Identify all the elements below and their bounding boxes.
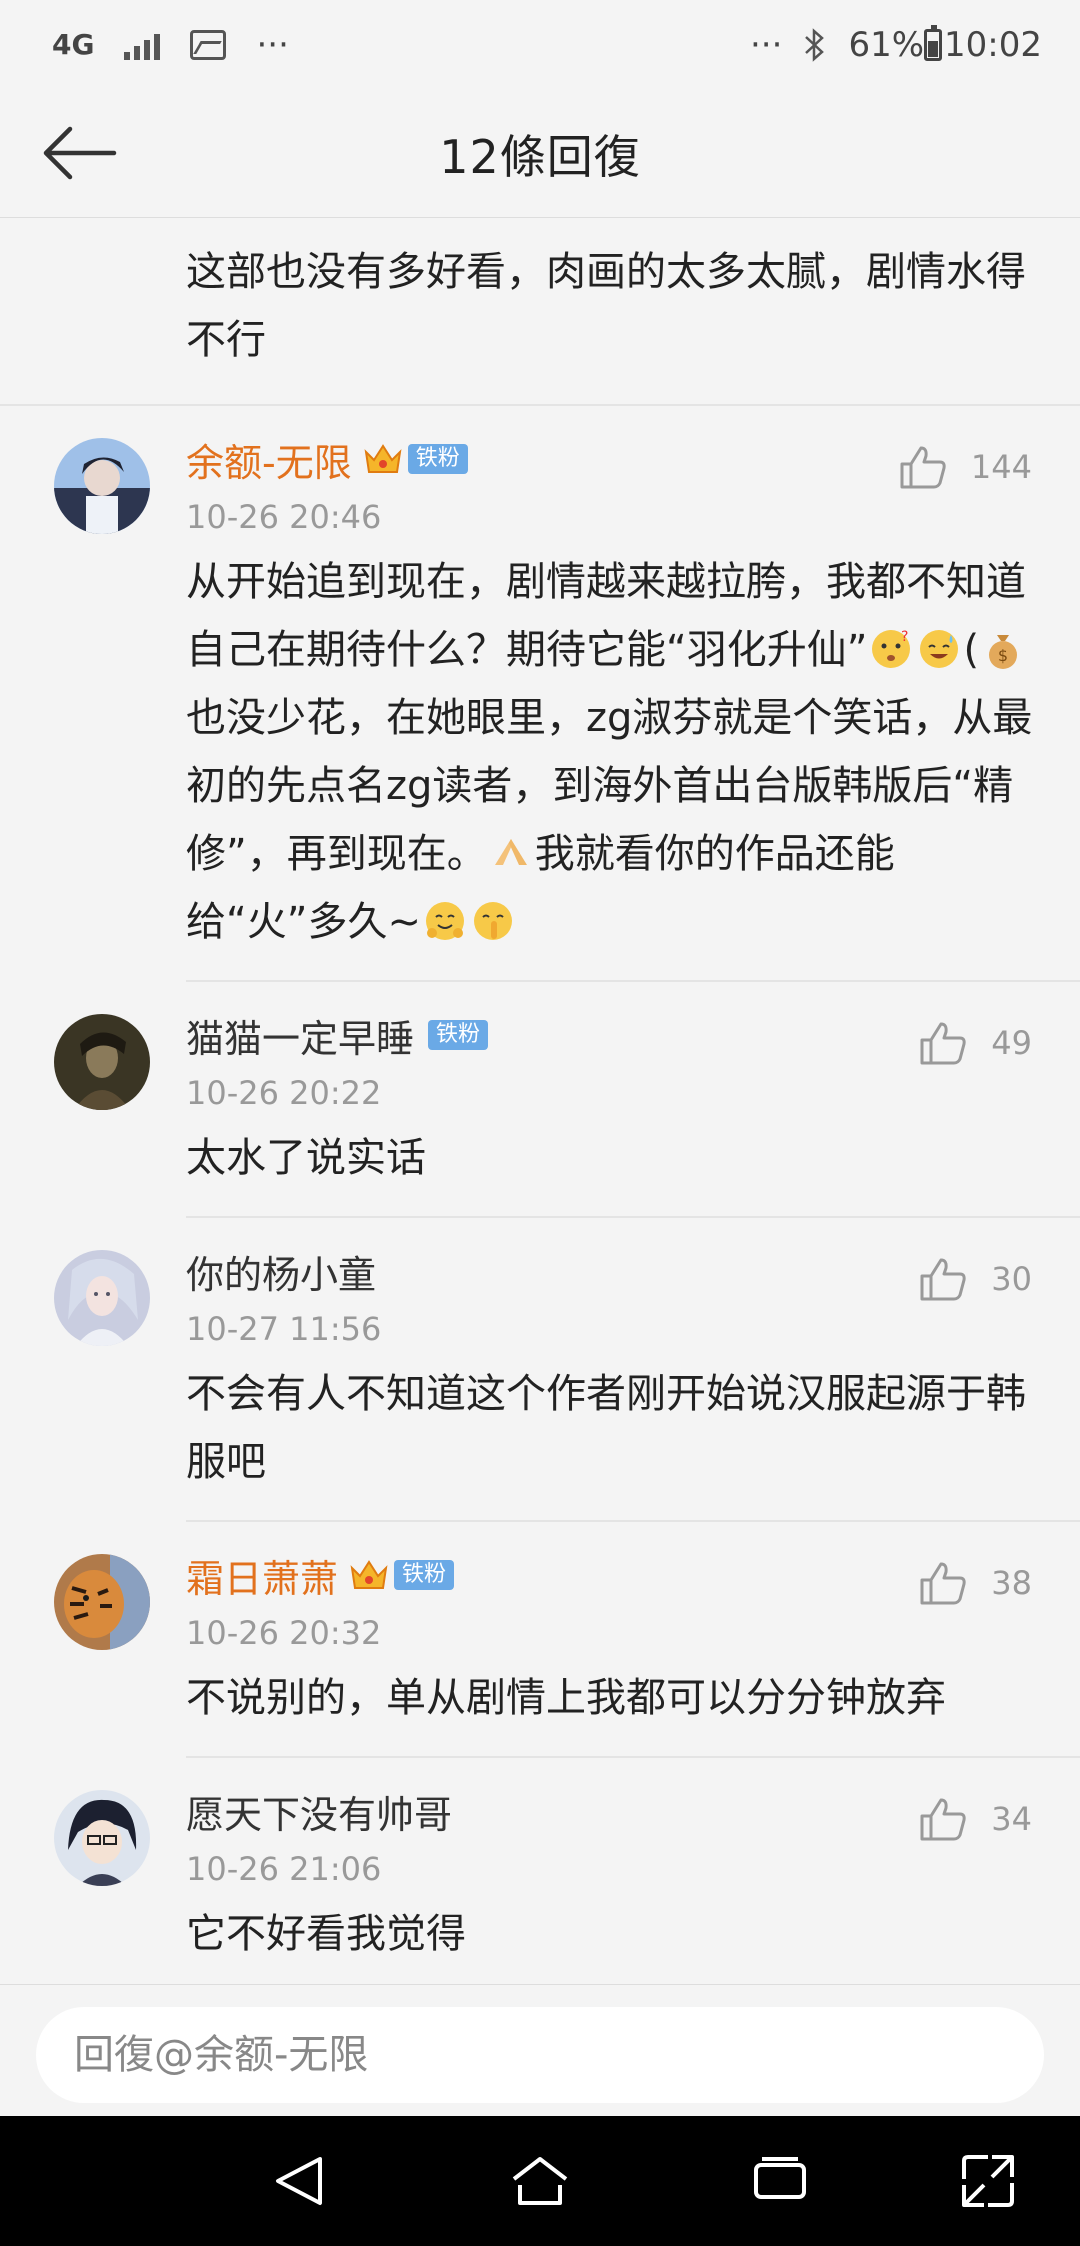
username[interactable]: 霜日萧萧: [186, 1548, 338, 1603]
comment-item[interactable]: 愿天下没有帅哥 10-26 21:06 它不好看我觉得 34: [0, 1758, 1080, 1984]
shushing-emoji-icon: [473, 902, 512, 940]
battery-icon: [924, 25, 943, 61]
like-button[interactable]: 34: [919, 1796, 1032, 1842]
gallery-notification-icon: [190, 30, 227, 60]
nav-back-icon[interactable]: [270, 2151, 330, 2211]
like-button[interactable]: 144: [899, 444, 1032, 490]
back-arrow-icon[interactable]: [40, 120, 120, 186]
like-count: 144: [970, 448, 1032, 486]
avatar[interactable]: [54, 1790, 150, 1886]
comment-item[interactable]: 你的杨小童 10-27 11:56 不会有人不知道这个作者刚开始说汉服起源于韩服…: [0, 1218, 1080, 1522]
status-bar: 4G ··· ··· 61% 10:02: [0, 0, 1080, 90]
thumb-up-icon: [920, 1022, 966, 1065]
username[interactable]: 猫猫一定早睡: [186, 1008, 414, 1063]
username[interactable]: 愿天下没有帅哥: [186, 1784, 452, 1839]
comment-text: 从开始追到现在，剧情越来越拉胯，我都不知道自己在期待什么？期待它能“羽化升仙”?…: [186, 559, 1033, 945]
thumb-up-icon: [900, 446, 946, 489]
comment-text: 太水了说实话: [186, 1135, 426, 1181]
thumb-up-icon: [920, 1798, 966, 1841]
clock: 10:02: [944, 25, 1042, 65]
comment-time: 10-26 20:22: [186, 1074, 382, 1112]
comment-text: 不会有人不知道这个作者刚开始说汉服起源于韩服吧: [186, 1371, 1026, 1485]
like-button[interactable]: 38: [919, 1560, 1032, 1606]
like-button[interactable]: 49: [919, 1020, 1032, 1066]
system-nav-bar: [0, 2116, 1080, 2246]
avatar[interactable]: [54, 1554, 150, 1650]
thumb-up-icon: [920, 1258, 966, 1301]
battery-percent: 61%: [848, 25, 925, 65]
nav-recent-icon[interactable]: [750, 2151, 810, 2211]
avatar[interactable]: [54, 438, 150, 534]
hugging-emoji-icon: [425, 902, 464, 940]
parent-comment-text: 这部也没有多好看，肉画的太多太腻，剧情水得不行: [0, 218, 1080, 406]
reply-bar: [0, 1984, 1080, 2116]
nav-home-icon[interactable]: [510, 2151, 570, 2211]
avatar[interactable]: [54, 1014, 150, 1110]
like-count: 34: [991, 1800, 1032, 1838]
like-button[interactable]: 30: [919, 1256, 1032, 1302]
page-title: 12條回復: [439, 129, 641, 184]
pray-emoji-icon: [494, 839, 527, 865]
svg-text:?: ?: [901, 629, 908, 645]
comment-text: 它不好看我觉得: [186, 1911, 466, 1957]
comment-item[interactable]: 猫猫一定早睡 铁粉 10-26 20:22 太水了说实话 49: [0, 982, 1080, 1218]
username[interactable]: 你的杨小童: [186, 1244, 376, 1299]
avatar[interactable]: [54, 1250, 150, 1346]
crown-icon: [350, 1560, 388, 1589]
comment-time: 10-27 11:56: [186, 1310, 382, 1348]
signal-icon: [124, 30, 161, 60]
comment-item[interactable]: 余额-无限 铁粉 10-26 20:46 从开始追到现在，剧情越来越拉胯，我都不…: [0, 406, 1080, 982]
sweat-smile-emoji-icon: [920, 630, 959, 668]
comment-text: 不说别的，单从剧情上我都可以分分钟放弃: [186, 1675, 946, 1721]
thinking-emoji-icon: ?: [872, 629, 911, 668]
header: 12條回復: [0, 90, 1080, 218]
network-icon: 4G: [52, 28, 95, 61]
comment-time: 10-26 21:06: [186, 1850, 382, 1888]
reply-input[interactable]: [36, 2007, 1044, 2103]
svg-text:$: $: [998, 646, 1008, 665]
bluetooth-icon: [805, 28, 825, 62]
comment-time: 10-26 20:32: [186, 1614, 382, 1652]
more-status-icon: ···: [750, 25, 783, 65]
thumb-up-icon: [920, 1562, 966, 1605]
comment-list[interactable]: 这部也没有多好看，肉画的太多太腻，剧情水得不行 余额-无限 铁粉 10-26 2…: [0, 218, 1080, 1984]
money-bag-emoji-icon: $: [989, 635, 1018, 669]
like-count: 49: [991, 1024, 1032, 1062]
like-count: 30: [991, 1260, 1032, 1298]
comment-item[interactable]: 霜日萧萧 铁粉 10-26 20:32 不说别的，单从剧情上我都可以分分钟放弃 …: [0, 1522, 1080, 1758]
fan-badge: 铁粉: [394, 1560, 455, 1590]
fan-badge: 铁粉: [407, 444, 468, 474]
comment-time: 10-26 20:46: [186, 498, 382, 536]
more-notifications-icon: ···: [256, 25, 289, 65]
crown-icon: [364, 444, 402, 473]
nav-expand-icon[interactable]: [958, 2151, 1018, 2211]
fan-badge: 铁粉: [428, 1020, 489, 1050]
like-count: 38: [991, 1564, 1032, 1602]
username[interactable]: 余额-无限: [186, 432, 352, 487]
